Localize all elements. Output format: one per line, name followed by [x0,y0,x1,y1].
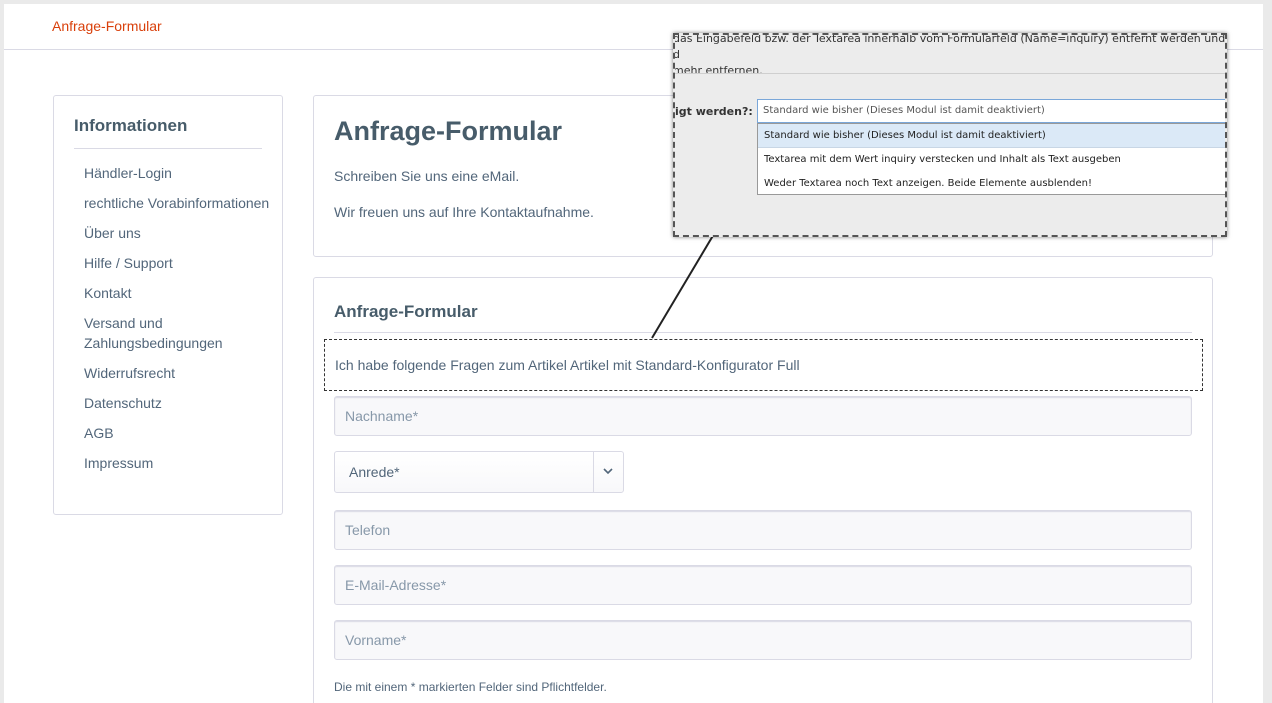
sidebar-item-hilfe-support[interactable]: Hilfe / Support [84,253,274,273]
sidebar-title: Informationen [74,116,188,135]
sidebar-item-ueber-uns[interactable]: Über uns [84,223,274,243]
overlay-field-label: igt werden?: [675,105,753,118]
sidebar-item-versand[interactable]: Versand und Zahlungsbedingungen [84,313,274,353]
overlay-description-line1: das Eingabefeld bzw. der Textarea innerh… [673,33,1226,61]
overlay-select-value: Standard wie bisher (Dieses Modul ist da… [763,105,1045,116]
required-fields-note: Die mit einem * markierten Felder sind P… [334,680,607,694]
anrede-select[interactable]: Anrede* [334,451,624,493]
sidebar-list: Händler-Login rechtliche Vorabinformatio… [84,163,274,483]
vorname-placeholder: Vorname* [345,632,407,648]
sidebar-item-impressum[interactable]: Impressum [84,453,274,473]
telefon-placeholder: Telefon [345,522,391,538]
overlay-option-hide-textarea[interactable]: Textarea mit dem Wert inquiry verstecken… [758,148,1225,172]
sidebar-divider [74,148,262,149]
sidebar-item-vorabinformationen[interactable]: rechtliche Vorabinformationen [84,193,274,213]
vorname-input[interactable]: Vorname* [334,620,1192,660]
scrollbar[interactable] [1263,0,1272,703]
overlay-description-line2: mehr entfernen. [673,64,763,77]
inquiry-text: Ich habe folgende Fragen zum Artikel Art… [335,357,800,373]
overlay-divider [675,73,1225,74]
overlay-option-hide-both[interactable]: Weder Textarea noch Text anzeigen. Beide… [758,172,1225,196]
sidebar-item-widerrufsrecht[interactable]: Widerrufsrecht [84,363,274,383]
anrede-value: Anrede* [349,464,400,480]
intro-text-1: Schreiben Sie uns eine eMail. [334,168,520,184]
nachname-placeholder: Nachname* [345,408,419,424]
overlay-dropdown-options: Standard wie bisher (Dieses Modul ist da… [757,123,1225,196]
email-placeholder: E-Mail-Adresse* [345,577,447,593]
email-input[interactable]: E-Mail-Adresse* [334,565,1192,605]
sidebar-item-haendler-login[interactable]: Händler-Login [84,163,274,183]
sidebar: Informationen Händler-Login rechtliche V… [53,95,283,515]
sidebar-item-kontakt[interactable]: Kontakt [84,283,274,303]
inquiry-form-panel: Anfrage-Formular Ich habe folgende Frage… [313,277,1213,703]
sidebar-item-agb[interactable]: AGB [84,423,274,443]
telefon-input[interactable]: Telefon [334,510,1192,550]
settings-callout-overlay: das Eingabefeld bzw. der Textarea innerh… [673,33,1227,237]
form-divider [334,332,1192,333]
overlay-option-standard[interactable]: Standard wie bisher (Dieses Modul ist da… [758,124,1225,148]
form-title: Anfrage-Formular [334,302,478,321]
nachname-input[interactable]: Nachname* [334,396,1192,436]
overlay-mode-select[interactable]: Standard wie bisher (Dieses Modul ist da… [757,99,1225,123]
page-title: Anfrage-Formular [334,116,563,146]
chevron-down-icon[interactable] [593,452,623,492]
inquiry-highlight-box: Ich habe folgende Fragen zum Artikel Art… [324,339,1203,391]
sidebar-item-datenschutz[interactable]: Datenschutz [84,393,274,413]
intro-text-2: Wir freuen uns auf Ihre Kontaktaufnahme. [334,204,594,220]
breadcrumb-link[interactable]: Anfrage-Formular [52,18,162,34]
